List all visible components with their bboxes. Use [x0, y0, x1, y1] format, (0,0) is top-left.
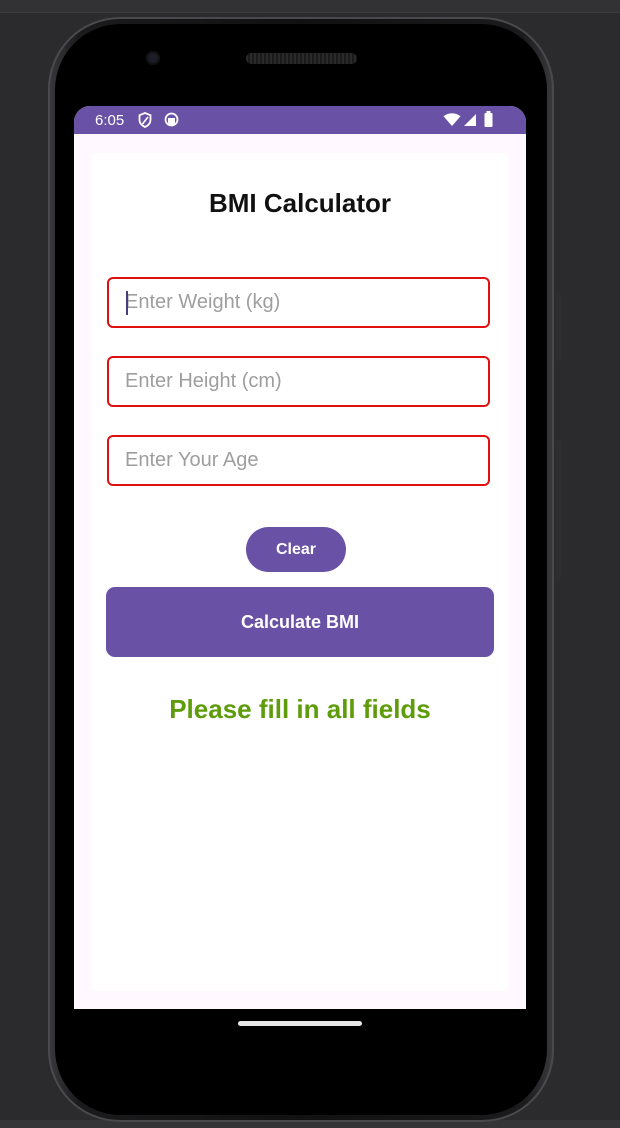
page-title: BMI Calculator [208, 188, 392, 218]
status-time: 6:05 [95, 112, 125, 129]
status-bar: 6:05 [74, 106, 526, 134]
front-camera [146, 51, 160, 65]
weight-field[interactable] [107, 277, 490, 328]
height-field[interactable] [107, 356, 490, 407]
wifi-icon [443, 113, 461, 132]
ide-toolbar-edge [0, 0, 620, 13]
battery-icon [484, 111, 493, 132]
age-input[interactable] [125, 437, 475, 484]
power-button [556, 293, 561, 361]
shield-icon [138, 112, 152, 133]
weight-input[interactable] [125, 279, 475, 326]
volume-button [556, 440, 561, 580]
app-screen: 6:05 BMI Calculator Clear Calculate BMI … [74, 106, 526, 1009]
text-cursor [126, 291, 128, 315]
calculate-bmi-button[interactable]: Calculate BMI [106, 587, 494, 657]
home-indicator[interactable] [238, 1021, 362, 1026]
earpiece-speaker [246, 53, 357, 64]
age-field[interactable] [107, 435, 490, 486]
clear-button[interactable]: Clear [246, 527, 346, 572]
app-icon [164, 112, 179, 132]
height-input[interactable] [125, 358, 475, 405]
signal-icon [463, 113, 477, 132]
validation-message: Please fill in all fields [169, 694, 431, 724]
